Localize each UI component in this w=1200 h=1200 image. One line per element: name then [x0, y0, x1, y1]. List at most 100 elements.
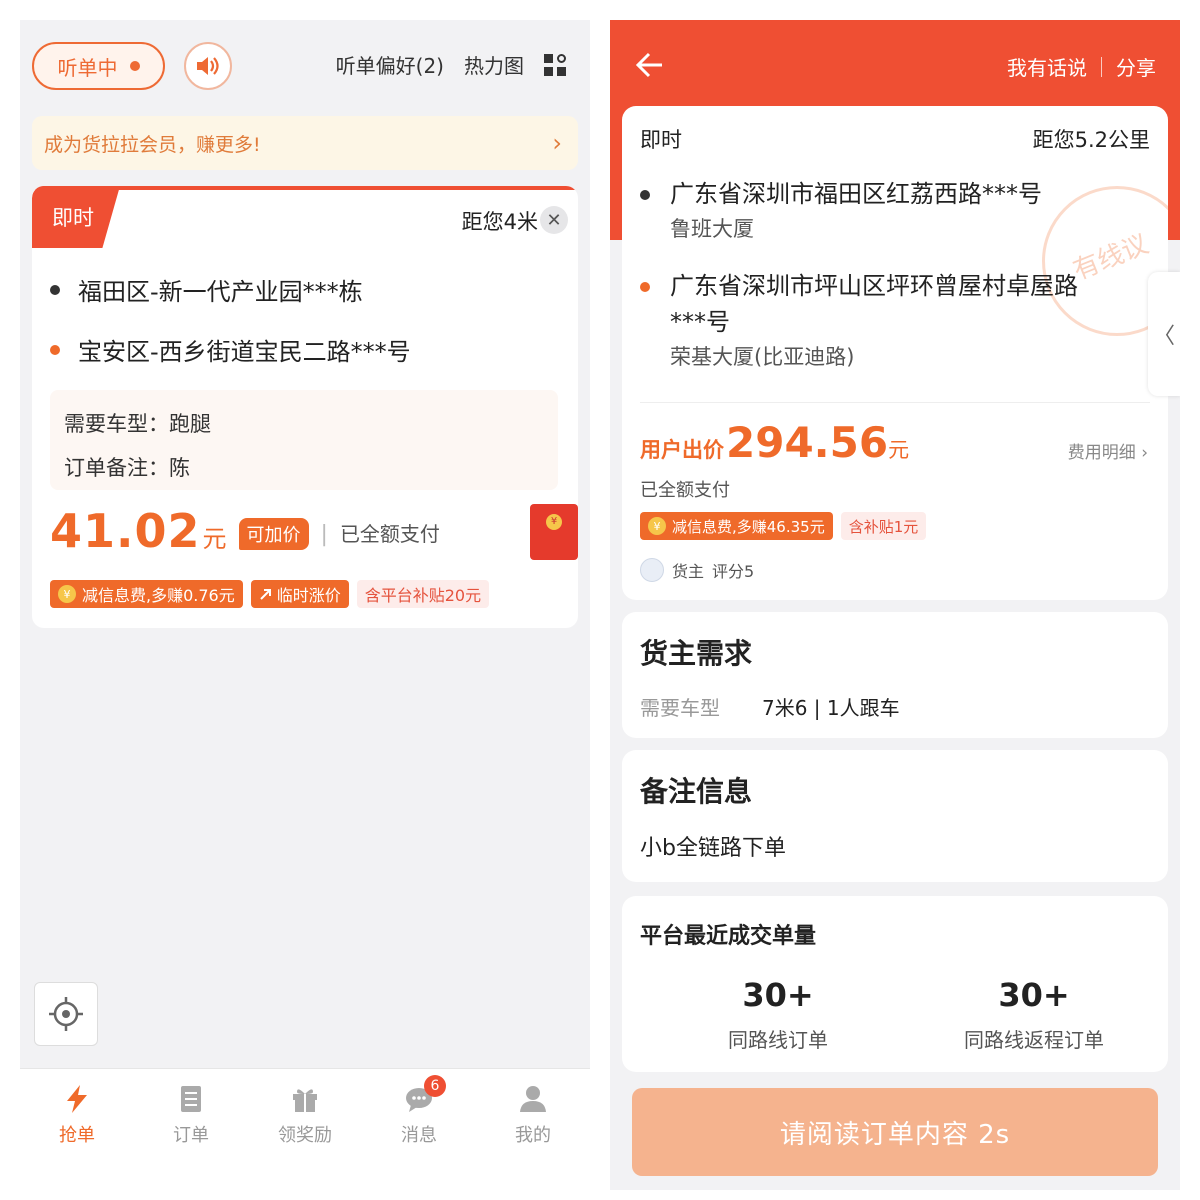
pickup-dot-icon — [50, 284, 60, 295]
shipper-requirement-card: 货主需求 需要车型 7米6 | 1人跟车 — [622, 612, 1168, 738]
price-unit: 元 — [202, 525, 227, 553]
dropoff-dot-icon — [50, 344, 60, 355]
vehicle-key: 需要车型 — [640, 696, 720, 720]
dropoff-address: 宝安区-西乡街道宝民二路***号 — [50, 332, 411, 367]
shipper-label: 货主 — [672, 562, 705, 581]
back-arrow-icon[interactable] — [634, 50, 666, 80]
shipper-info: 货主 评分5 — [640, 558, 754, 582]
unread-count-badge: 6 — [424, 1075, 446, 1097]
subsidy-badge: 含平台补贴20元 — [356, 580, 490, 608]
coin-icon: ¥ — [58, 585, 76, 603]
coin-icon: ¥ — [648, 517, 666, 535]
instant-tag: 即时 — [32, 186, 120, 248]
distance-text: 距您5.2公里 — [1032, 128, 1150, 152]
document-icon — [181, 1086, 201, 1112]
pickup-address: 福田区-新一代产业园***栋 — [50, 272, 363, 307]
bottom-tab-bar: 抢单 订单 领奖励 消息 6 我的 — [20, 1068, 590, 1190]
pickup-dot-icon — [640, 190, 650, 200]
price-row: 41.02 元 可加价 | 已全额支付 — [50, 504, 560, 564]
payment-status: 已全额支付 — [640, 480, 730, 501]
arrow-up-icon — [260, 589, 271, 600]
gift-icon — [293, 1089, 317, 1112]
share-link[interactable]: 分享 — [1116, 52, 1156, 81]
divider — [1101, 56, 1102, 77]
member-banner-text: 成为货拉拉会员，赚更多! — [44, 133, 261, 156]
remark-text: 小b全链路下单 — [640, 836, 786, 861]
top-bar: 听单中 听单偏好(2) 热力图 — [20, 20, 590, 115]
route-price-card: 即时 距您5.2公里 有线议 广东省深圳市福田区红荔西路***号 鲁班大厦 广东… — [622, 106, 1168, 600]
avatar — [640, 558, 664, 582]
listening-dot-icon — [129, 61, 140, 71]
requirement-box: 需要车型：跑腿 订单备注：陈 — [50, 390, 558, 490]
dropoff-address: 广东省深圳市坪山区坪环曾屋村卓屋路 ***号 荣基大厦(比亚迪路) — [640, 268, 1160, 374]
return-route-count: 30+ — [998, 976, 1070, 1014]
tab-orders[interactable]: 订单 — [134, 1069, 248, 1190]
divider — [640, 402, 1150, 403]
chevron-right-icon: › — [552, 129, 562, 157]
distance-text: 距您4米 — [461, 210, 538, 234]
pickup-address-text: 广东省深圳市福田区红荔西路***号 — [670, 180, 1042, 208]
listen-preference-link[interactable]: 听单偏好(2) — [336, 50, 444, 79]
shipper-rating: 评分5 — [712, 562, 755, 581]
member-banner[interactable]: 成为货拉拉会员，赚更多! › — [32, 116, 578, 170]
same-route-label: 同路线订单 — [728, 1028, 828, 1052]
badge-row: ¥ 减信息费,多赚0.76元 临时涨价 含平台补贴20元 — [50, 580, 490, 608]
grid-menu-icon[interactable] — [544, 53, 566, 76]
payment-status: 已全额支付 — [339, 522, 440, 546]
stats-title: 平台最近成交单量 — [640, 924, 817, 949]
order-card[interactable]: 即时 距您4米 ✕ 福田区-新一代产业园***栋 宝安区-西乡街道宝民二路***… — [32, 186, 578, 628]
close-icon[interactable]: ✕ — [540, 206, 568, 234]
user-price-label: 用户出价 — [640, 438, 724, 462]
vehicle-value: 7米6 | 1人跟车 — [762, 696, 900, 720]
badge-row: ¥ 减信息费,多赚46.35元 含补贴1元 — [640, 512, 927, 540]
heatmap-link[interactable]: 热力图 — [464, 50, 524, 79]
fee-reduction-badge: ¥ 减信息费,多赚46.35元 — [640, 512, 833, 540]
pickup-address: 广东省深圳市福田区红荔西路***号 鲁班大厦 — [640, 176, 1160, 246]
vehicle-requirement: 需要车型：跑腿 — [64, 412, 211, 436]
user-icon — [520, 1086, 546, 1112]
dropoff-address-text: 宝安区-西乡街道宝民二路***号 — [78, 338, 411, 366]
target-icon — [49, 997, 83, 1031]
fee-reduction-badge: ¥ 减信息费,多赚0.76元 — [50, 580, 243, 608]
order-hall-screen: 听单中 听单偏好(2) 热力图 成为货拉拉会员，赚更多! › 即时 距您4米 ✕… — [20, 20, 590, 1190]
order-remark: 订单备注：陈 — [64, 456, 190, 480]
tab-mine[interactable]: 我的 — [476, 1069, 590, 1190]
lightning-icon — [67, 1085, 87, 1113]
return-route-label: 同路线返程订单 — [964, 1028, 1104, 1052]
pickup-building: 鲁班大厦 — [670, 217, 754, 241]
feedback-link[interactable]: 我有话说 — [1007, 52, 1087, 81]
tab-rewards[interactable]: 领奖励 — [248, 1069, 362, 1190]
listening-toggle[interactable]: 听单中 — [32, 42, 165, 90]
read-order-button[interactable]: 请阅读订单内容 2s — [632, 1088, 1158, 1176]
same-route-stat: 30+ 同路线订单 — [658, 976, 898, 1053]
sound-button[interactable] — [184, 42, 232, 90]
order-detail-screen: 我有话说 分享 即时 距您5.2公里 有线议 广东省深圳市福田区红荔西路***号… — [610, 20, 1180, 1190]
dropoff-address-line2: ***号 — [670, 308, 730, 336]
requirement-title: 货主需求 — [640, 637, 753, 670]
vehicle-requirement: 需要车型 7米6 | 1人跟车 — [640, 692, 900, 721]
same-route-count: 30+ — [742, 976, 814, 1014]
platform-stats-card: 平台最近成交单量 30+ 同路线订单 30+ 同路线返程订单 — [622, 896, 1168, 1072]
subsidy-badge: 含补贴1元 — [840, 512, 927, 540]
price-value: 41.02 — [50, 504, 201, 558]
dropoff-building: 荣基大厦(比亚迪路) — [670, 345, 855, 369]
fee-detail-link[interactable]: 费用明细 › — [1068, 438, 1148, 463]
remark-card: 备注信息 小b全链路下单 — [622, 750, 1168, 882]
return-route-stat: 30+ 同路线返程订单 — [914, 976, 1154, 1053]
price-surge-badge: 临时涨价 — [250, 580, 349, 608]
add-price-button[interactable]: 可加价 — [238, 518, 309, 550]
tab-grab-order[interactable]: 抢单 — [20, 1069, 134, 1190]
dropoff-dot-icon — [640, 282, 650, 292]
divider: | — [320, 522, 328, 547]
user-price: 用户出价 294.56 元 — [640, 418, 909, 467]
side-collapse-tab[interactable]: 〈 — [1148, 272, 1180, 396]
user-price-unit: 元 — [888, 438, 910, 462]
user-price-value: 294.56 — [726, 418, 889, 467]
locate-button[interactable] — [34, 982, 98, 1046]
red-packet-icon[interactable]: ¥ — [530, 504, 578, 560]
speaker-icon — [197, 57, 219, 75]
pickup-address-text: 福田区-新一代产业园***栋 — [78, 278, 363, 306]
remark-title: 备注信息 — [640, 775, 753, 808]
listening-label: 听单中 — [57, 55, 118, 80]
tab-messages[interactable]: 消息 6 — [362, 1069, 476, 1190]
